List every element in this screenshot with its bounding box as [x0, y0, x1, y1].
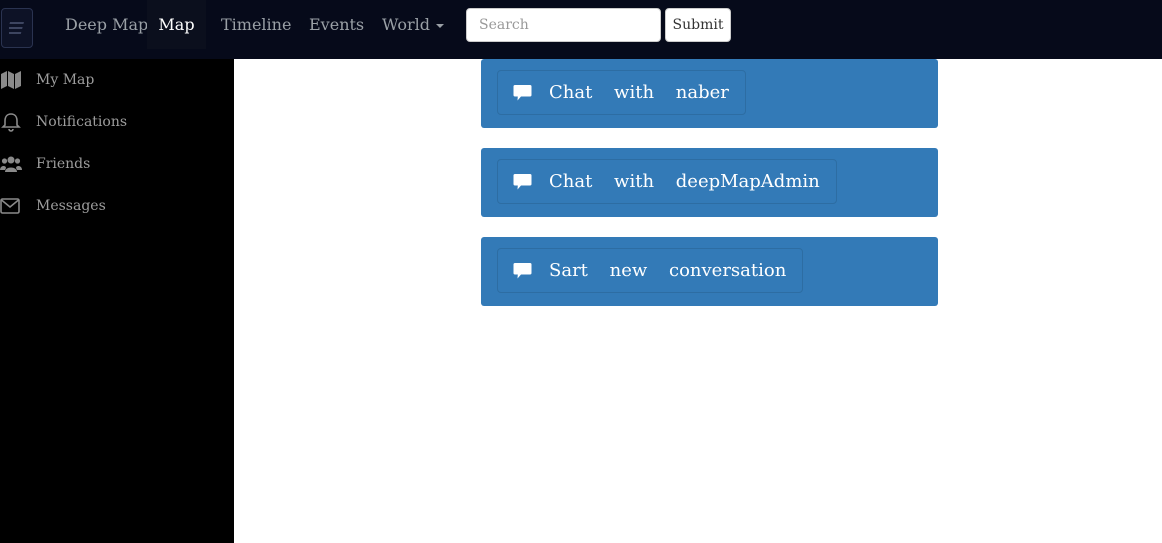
nav-dropdown-world[interactable]: World: [382, 0, 444, 49]
comment-icon: [513, 173, 532, 189]
chat-button-label: Chat with naber: [549, 82, 729, 103]
chat-button-label: Chat with deepMapAdmin: [549, 171, 820, 192]
menu-icon: [9, 22, 24, 34]
envelope-icon: [0, 198, 20, 214]
caret-down-icon: [436, 23, 444, 28]
chat-button-label: Sart new conversation: [549, 260, 787, 281]
chat-with-naber-button[interactable]: Chat with naber: [497, 70, 746, 115]
nav-link-timeline[interactable]: Timeline: [221, 0, 291, 49]
brand-link[interactable]: Deep Map: [65, 0, 148, 49]
search-input[interactable]: [466, 8, 661, 42]
nav-dropdown-world-label: World: [382, 15, 430, 34]
sidebar: My Map Notifications Friends Messages: [0, 59, 234, 543]
nav-link-map[interactable]: Map: [147, 0, 206, 49]
conversation-panel: Sart new conversation: [481, 237, 938, 306]
sidebar-item-label: Friends: [36, 156, 91, 172]
conversation-panel: Chat with deepMapAdmin: [481, 148, 938, 217]
sidebar-item-my-map[interactable]: My Map: [0, 59, 234, 101]
sidebar-item-label: My Map: [36, 72, 95, 88]
sidebar-item-label: Messages: [36, 198, 106, 214]
nav-link-events[interactable]: Events: [309, 0, 364, 49]
start-new-conversation-button[interactable]: Sart new conversation: [497, 248, 804, 293]
bell-icon: [1, 113, 21, 132]
users-icon: [0, 156, 22, 172]
conversation-panel: Chat with naber: [481, 59, 938, 128]
sidebar-toggle-button[interactable]: [1, 8, 33, 48]
sidebar-item-friends[interactable]: Friends: [0, 143, 234, 185]
submit-button[interactable]: Submit: [665, 8, 731, 42]
map-icon: [1, 71, 21, 89]
comment-icon: [513, 84, 532, 100]
chat-with-deepmapadmin-button[interactable]: Chat with deepMapAdmin: [497, 159, 837, 204]
sidebar-item-messages[interactable]: Messages: [0, 185, 234, 227]
sidebar-item-notifications[interactable]: Notifications: [0, 101, 234, 143]
sidebar-item-label: Notifications: [36, 114, 128, 130]
top-navbar: Deep Map Map Timeline Events World Submi…: [0, 0, 1162, 59]
comment-icon: [513, 262, 532, 278]
